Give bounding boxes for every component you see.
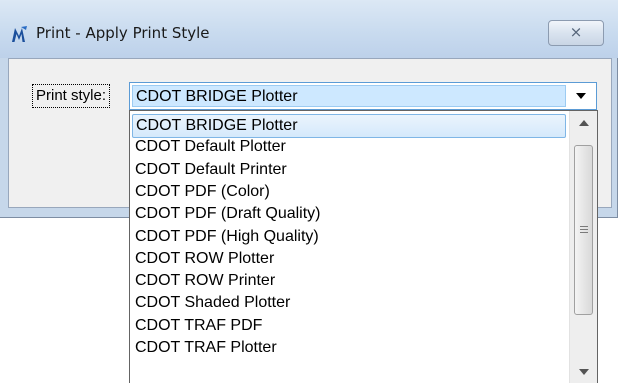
print-style-combobox[interactable]: CDOT BRIDGE Plotter <box>129 82 597 110</box>
dropdown-option[interactable]: CDOT ROW Printer <box>132 270 566 294</box>
dropdown-option[interactable]: CDOT PDF (Draft Quality) <box>132 203 566 227</box>
print-style-label: Print style: <box>32 84 111 108</box>
scroll-up-arrow-icon <box>579 120 589 126</box>
scroll-down-button[interactable] <box>570 360 597 383</box>
dropdown-option[interactable]: CDOT TRAF Plotter <box>132 337 566 361</box>
scroll-thumb[interactable] <box>574 145 593 315</box>
dropdown-option[interactable]: CDOT ROW Plotter <box>132 248 566 272</box>
window-title: Print - Apply Print Style <box>36 24 210 42</box>
chevron-down-icon[interactable] <box>576 93 586 99</box>
scroll-up-button[interactable] <box>570 111 597 135</box>
screen: Print - Apply Print Style ⨯ Print style:… <box>0 0 618 383</box>
grip-line-icon <box>580 229 588 230</box>
dropdown-option[interactable]: CDOT Default Plotter <box>132 136 566 160</box>
dropdown-option[interactable]: CDOT BRIDGE Plotter <box>132 114 566 138</box>
dropdown-option[interactable]: CDOT Default Printer <box>132 159 566 183</box>
close-icon: ⨯ <box>569 23 583 41</box>
title-bar[interactable]: Print - Apply Print Style ⨯ <box>0 0 618 58</box>
vertical-scrollbar[interactable] <box>569 111 597 383</box>
grip-line-icon <box>580 226 588 227</box>
print-style-selected-value: CDOT BRIDGE Plotter <box>132 85 566 107</box>
dropdown-option[interactable]: CDOT Shaded Plotter <box>132 292 566 316</box>
print-style-dropdown-list: CDOT BRIDGE Plotter CDOT Default Plotter C… <box>129 110 598 383</box>
close-button[interactable]: ⨯ <box>548 20 604 46</box>
dropdown-option[interactable]: CDOT PDF (Color) <box>132 181 566 205</box>
options-list: CDOT BRIDGE Plotter CDOT Default Plotter C… <box>130 111 569 383</box>
dropdown-option[interactable]: CDOT TRAF PDF <box>132 315 566 339</box>
dropdown-option[interactable]: CDOT PDF (High Quality) <box>132 226 566 250</box>
microstation-logo-icon <box>12 26 27 42</box>
print-style-value-text: CDOT BRIDGE Plotter <box>136 88 298 105</box>
scroll-down-arrow-icon <box>579 369 589 375</box>
grip-line-icon <box>580 232 588 233</box>
